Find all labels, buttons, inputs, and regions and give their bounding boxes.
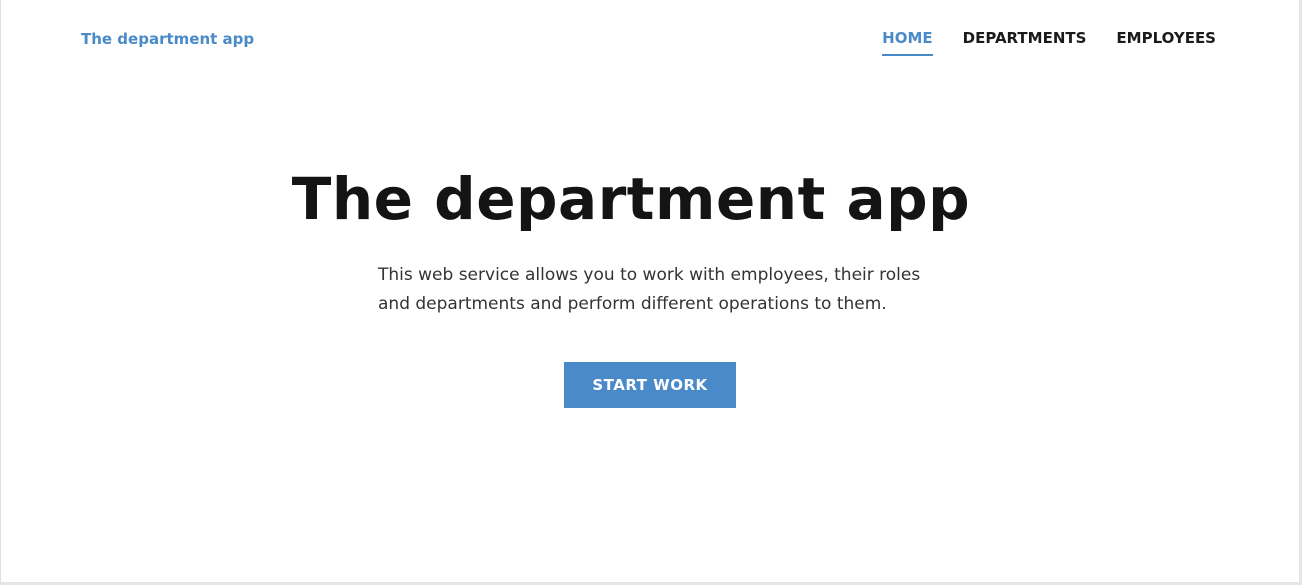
hero-description: This web service allows you to work with…	[378, 265, 921, 314]
main-nav: HOME DEPARTMENTS EMPLOYEES	[882, 29, 1216, 56]
nav-item-departments: DEPARTMENTS	[963, 29, 1087, 56]
hero-title: The department app	[291, 165, 971, 233]
browser-viewport: The department app HOME DEPARTMENTS EMPL…	[0, 0, 1302, 585]
start-work-button[interactable]: START WORK	[564, 362, 736, 408]
brand-link[interactable]: The department app	[81, 30, 254, 48]
nav-link-departments[interactable]: DEPARTMENTS	[963, 29, 1087, 56]
nav-link-employees[interactable]: EMPLOYEES	[1116, 29, 1216, 56]
nav-item-home: HOME	[882, 29, 933, 56]
nav-item-employees: EMPLOYEES	[1116, 29, 1216, 56]
nav-link-home[interactable]: HOME	[882, 29, 933, 56]
